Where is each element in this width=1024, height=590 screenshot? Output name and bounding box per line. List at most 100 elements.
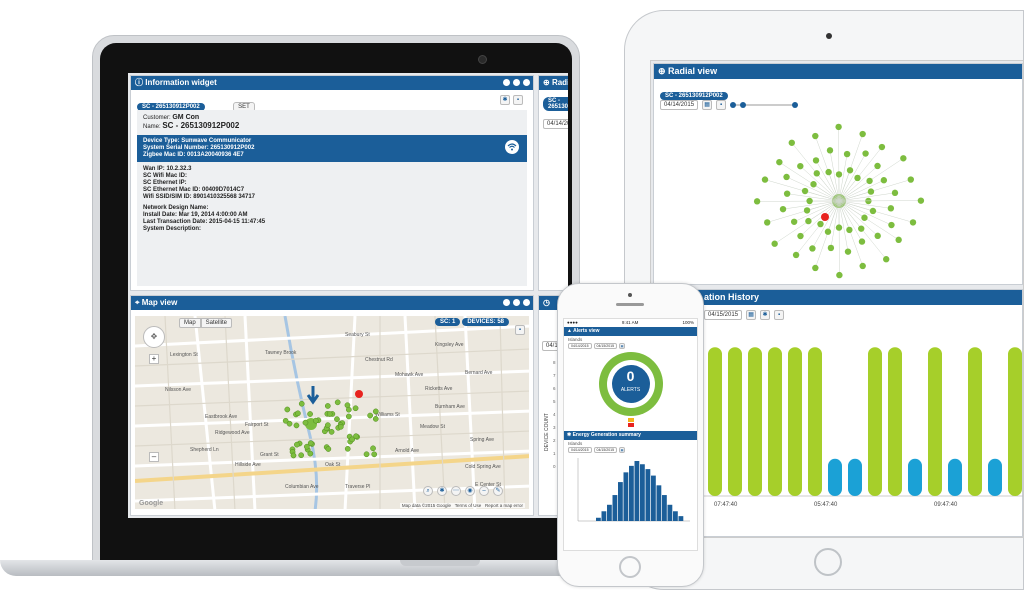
radial-device-node[interactable] [809,245,816,252]
radial-device-node[interactable] [900,155,907,162]
radial-device-node[interactable] [874,232,881,240]
radial-device-node[interactable] [859,262,866,270]
radial-device-node[interactable] [888,221,895,229]
energy-bar[interactable] [667,504,673,521]
energy-bar[interactable] [623,472,629,521]
history-bar[interactable] [1008,347,1022,496]
radial-device-node[interactable] [788,139,795,146]
energy-bar[interactable] [673,511,678,521]
device-marker[interactable] [324,403,331,409]
document-icon[interactable]: ▪ [513,95,523,105]
radial-device-node[interactable] [859,130,866,138]
radial-device-node[interactable] [854,174,861,182]
alerts-date-to[interactable]: 04/15/2015 [593,343,618,349]
radial-device-node[interactable] [803,207,811,214]
device-marker[interactable] [303,443,310,450]
device-marker[interactable] [371,451,378,458]
radial-device-node[interactable] [880,177,888,184]
device-marker[interactable] [367,412,373,419]
radial-device-node[interactable] [797,232,804,240]
history-bar[interactable] [948,458,962,496]
history-bar[interactable] [868,347,882,496]
radial-alert-node[interactable] [821,213,829,221]
energy-bar[interactable] [640,464,645,521]
radial-device-node[interactable] [895,236,902,244]
history-bar[interactable] [968,347,982,496]
radial-device-node[interactable] [907,176,914,183]
radial-device-node[interactable] [862,150,869,157]
history-bar[interactable] [808,347,822,496]
device-marker[interactable] [298,452,305,459]
document-icon[interactable]: ▪ [774,310,785,320]
energy-bar[interactable] [678,516,684,521]
radial-device-node[interactable] [867,188,875,195]
search-icon[interactable]: ⌕ [423,486,433,496]
radial-device-node[interactable] [836,271,843,279]
radial-device-node[interactable] [824,228,832,235]
history-bar[interactable] [728,347,742,496]
alerts-date-from[interactable]: 04/14/2015 [568,343,592,349]
radial-device-node[interactable] [878,143,886,151]
radial-device-node[interactable] [783,190,791,197]
radial-device-node[interactable] [801,187,809,195]
device-marker[interactable] [298,400,305,407]
terms-link[interactable]: Terms of Use [455,503,482,508]
radial-sc-pill[interactable]: SC - 265130912P002 [660,92,728,100]
device-marker[interactable] [328,428,335,435]
device-marker[interactable] [282,417,289,424]
tablet-home-button[interactable] [814,548,842,576]
radial-device-node[interactable] [813,170,820,177]
device-marker[interactable] [372,408,379,415]
radial-device-node[interactable] [753,198,761,205]
radial-device-node[interactable] [883,256,890,263]
document-icon[interactable]: ▪ [515,325,525,335]
history-bar[interactable] [768,347,782,496]
gear-icon[interactable]: ✱ [437,486,447,496]
map-canvas[interactable]: Tawney Brook Seabury St Kingsley Ave Bernar… [135,316,529,509]
alert-marker[interactable] [355,390,363,398]
radial-device-node[interactable] [866,177,873,185]
energy-bar[interactable] [596,517,601,521]
device-marker[interactable] [345,413,352,420]
calendar-icon[interactable]: ▦ [619,343,626,349]
radial-device-node[interactable] [779,205,787,213]
device-marker[interactable] [334,416,340,423]
radial-small-sc-pill[interactable]: SC - 265130912P002 [543,97,568,111]
locate-icon[interactable]: ◉ [465,486,475,496]
radial-device-node[interactable] [846,167,854,174]
energy-bar[interactable] [662,495,667,521]
device-marker[interactable] [370,445,376,452]
map-tab[interactable]: Map [179,318,201,328]
radial-small-date[interactable]: 04/14/2015 [543,119,568,129]
device-marker[interactable] [345,406,352,413]
radial-device-node[interactable] [761,176,769,183]
history-bar[interactable] [828,458,842,496]
history-bar[interactable] [708,347,722,496]
calendar-icon[interactable]: ▦ [746,310,757,320]
minus-icon[interactable]: – [479,486,489,496]
device-marker[interactable] [326,411,333,417]
device-marker[interactable] [337,423,344,430]
history-bar[interactable] [928,347,942,496]
energy-bar[interactable] [651,475,656,521]
close-icon[interactable] [523,79,530,86]
radial-device-node[interactable] [790,218,798,225]
radial-device-node[interactable] [797,162,804,170]
device-marker[interactable] [295,410,301,417]
radial-device-node[interactable] [874,162,881,170]
radial-network-graph[interactable] [654,106,1024,286]
device-marker[interactable] [312,417,319,424]
radial-device-node[interactable] [909,219,917,226]
history-bar[interactable] [888,347,902,496]
gear-icon[interactable]: ✱ [760,310,771,320]
radial-device-node[interactable] [887,205,895,212]
radial-device-node[interactable] [891,189,899,197]
device-marker[interactable] [349,436,356,443]
satellite-tab[interactable]: Satellite [200,318,233,328]
zoom-out-button[interactable]: – [149,452,159,462]
device-marker[interactable] [363,451,370,458]
device-marker[interactable] [307,411,313,417]
radial-device-node[interactable] [805,217,812,225]
radial-device-node[interactable] [776,158,783,166]
energy-bar[interactable] [612,495,618,521]
